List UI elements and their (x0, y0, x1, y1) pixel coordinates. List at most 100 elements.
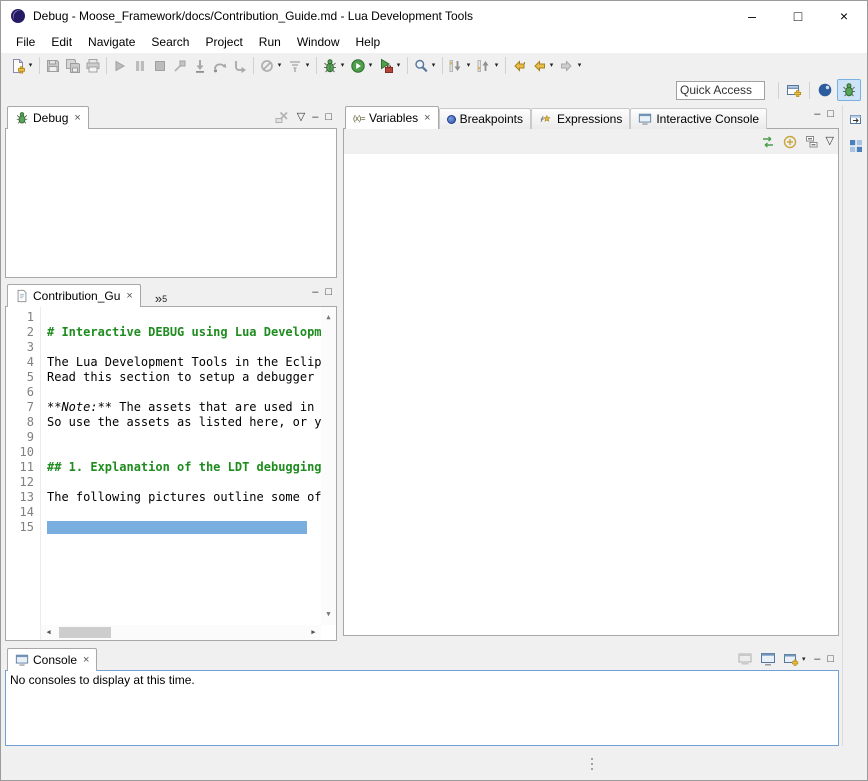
fast-view-grid-button[interactable] (846, 136, 866, 156)
back-button[interactable]: ▾ (529, 55, 557, 77)
editor-line[interactable] (47, 520, 336, 535)
window-maximize-button[interactable]: □ (775, 1, 821, 31)
tab-expressions[interactable]: Expressions (531, 108, 630, 129)
view-menu-icon[interactable]: ▽ (826, 136, 834, 147)
maximize-view-icon[interactable]: □ (827, 654, 834, 665)
save-icon (45, 58, 61, 74)
search-button[interactable]: ▾ (411, 55, 439, 77)
resume-button[interactable] (110, 55, 130, 77)
close-icon[interactable]: × (424, 112, 430, 124)
debug-button[interactable]: ▾ (320, 55, 348, 77)
collapse-all-button[interactable] (804, 134, 820, 150)
lua-perspective-button[interactable] (813, 79, 837, 101)
save-all-button[interactable] (63, 55, 83, 77)
scrollbar-thumb[interactable] (59, 627, 111, 638)
tab-interactive-console[interactable]: Interactive Console (630, 108, 767, 129)
display-selected-console-button[interactable] (760, 651, 776, 667)
scroll-right-button[interactable]: ▶ (306, 625, 321, 640)
minimize-view-icon[interactable]: – (814, 654, 820, 665)
tab-console[interactable]: Console × (7, 648, 97, 671)
remove-all-terminated-button[interactable] (274, 109, 290, 125)
sash-handle[interactable] (591, 758, 593, 770)
print-button[interactable] (83, 55, 103, 77)
tab-breakpoints[interactable]: Breakpoints (439, 108, 531, 129)
editor-tab-overflow[interactable]: » 5 (155, 294, 167, 306)
restore-view-button[interactable] (846, 109, 866, 129)
previous-annotation-button[interactable]: ▾ (474, 55, 502, 77)
show-logical-structure-button[interactable] (760, 134, 776, 150)
window-minimize-button[interactable]: – (729, 1, 775, 31)
view-menu-icon[interactable]: ▽ (297, 112, 305, 123)
save-button[interactable] (43, 55, 63, 77)
skip-all-breakpoints-button[interactable]: ▾ (257, 55, 285, 77)
close-icon[interactable]: × (126, 290, 132, 302)
menu-window[interactable]: Window (289, 31, 348, 53)
open-perspective-button[interactable] (782, 79, 806, 101)
maximize-view-icon[interactable]: □ (325, 287, 332, 298)
step-into-button[interactable] (190, 55, 210, 77)
tab-variables[interactable]: (x)= Variables × (345, 106, 439, 129)
menu-navigate[interactable]: Navigate (80, 31, 143, 53)
editor-line[interactable] (47, 505, 336, 520)
menu-run[interactable]: Run (251, 31, 289, 53)
new-button[interactable]: ▾ (8, 55, 36, 77)
debug-perspective-button[interactable] (837, 79, 861, 101)
menu-project[interactable]: Project (197, 31, 250, 53)
open-console-button[interactable] (737, 651, 753, 667)
close-icon[interactable]: × (83, 654, 89, 666)
new-console-button[interactable]: ▾ (783, 651, 807, 667)
external-tools-button[interactable]: ▾ (376, 55, 404, 77)
minimize-view-icon[interactable]: – (814, 109, 820, 120)
editor-line[interactable] (47, 340, 336, 355)
next-annotation-button[interactable]: ▾ (446, 55, 474, 77)
menu-help[interactable]: Help (348, 31, 389, 53)
use-step-filters-button[interactable]: ▾ (285, 55, 313, 77)
selection-highlight (47, 521, 307, 534)
minimize-view-icon[interactable]: – (312, 287, 318, 298)
editor-line[interactable] (47, 445, 336, 460)
editor-line[interactable] (47, 310, 336, 325)
scroll-up-button[interactable]: ▲ (326, 310, 330, 325)
resume-icon (112, 58, 128, 74)
code-area[interactable]: # Interactive DEBUG using Lua Developm T… (41, 307, 336, 640)
line-number-ruler[interactable]: 1 2 3 4 5 6 7 8 9 10 11 12 13 14 15 (6, 307, 41, 640)
tab-contribution-guide[interactable]: Contribution_Gu × (7, 284, 141, 307)
editor-vertical-scrollbar[interactable]: ▲ ▼ (321, 307, 336, 625)
forward-button[interactable]: ▾ (557, 55, 585, 77)
quick-access-input[interactable] (676, 81, 765, 100)
editor-line[interactable] (47, 475, 336, 490)
menu-search[interactable]: Search (143, 31, 197, 53)
editor-line[interactable] (47, 385, 336, 400)
scroll-left-button[interactable]: ◀ (41, 625, 56, 640)
run-button[interactable]: ▾ (348, 55, 376, 77)
editor-view: Contribution_Gu × » 5 – □ 1 2 3 4 5 6 7 … (5, 283, 337, 641)
close-icon[interactable]: × (74, 112, 80, 124)
maximize-view-icon[interactable]: □ (325, 112, 332, 123)
editor-line[interactable]: # Interactive DEBUG using Lua Developm (47, 325, 336, 340)
editor-line[interactable]: The Lua Development Tools in the Eclip (47, 355, 336, 370)
scroll-down-button[interactable]: ▼ (326, 607, 330, 622)
menu-file[interactable]: File (8, 31, 43, 53)
editor-horizontal-scrollbar[interactable]: ◀ ▶ (41, 625, 321, 640)
editor-line[interactable]: Read this section to setup a debugger (47, 370, 336, 385)
window-close-button[interactable]: × (821, 1, 867, 31)
minimize-view-icon[interactable]: – (312, 112, 318, 123)
maximize-view-icon[interactable]: □ (827, 109, 834, 120)
variables-toolbar: ▽ (344, 129, 838, 154)
editor-line[interactable] (47, 430, 336, 445)
step-return-button[interactable] (230, 55, 250, 77)
editor-line[interactable]: The following pictures outline some of (47, 490, 336, 505)
tab-debug[interactable]: Debug × (7, 106, 89, 129)
add-global-watch-button[interactable] (782, 134, 798, 150)
editor-line[interactable]: So use the assets as listed here, or y (47, 415, 336, 430)
last-edit-location-button[interactable] (509, 55, 529, 77)
suspend-button[interactable] (130, 55, 150, 77)
terminate-button[interactable] (150, 55, 170, 77)
editor-line[interactable]: **Note:** The assets that are used in (47, 400, 336, 415)
skip-all-breakpoints-icon (259, 58, 275, 74)
editor-line[interactable]: ## 1. Explanation of the LDT debugging (47, 460, 336, 475)
disconnect-button[interactable] (170, 55, 190, 77)
run-icon (350, 58, 366, 74)
menu-edit[interactable]: Edit (43, 31, 80, 53)
step-over-button[interactable] (210, 55, 230, 77)
